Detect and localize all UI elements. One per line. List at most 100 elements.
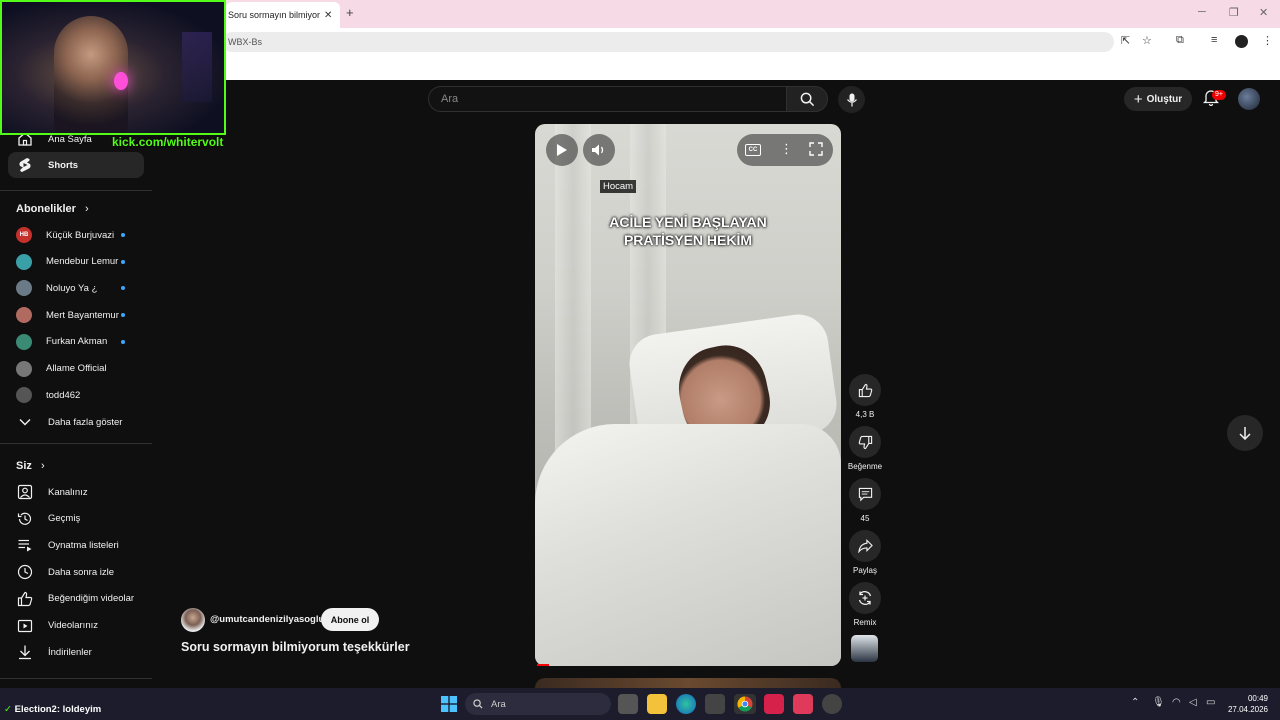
channel-avatar[interactable] (181, 608, 205, 632)
chevron-right-icon: › (84, 203, 89, 215)
sidebar-item-shorts[interactable]: Shorts (8, 152, 144, 178)
tray-mic-icon[interactable]: 🎙 (1152, 697, 1165, 708)
battery-icon[interactable]: ▭ (1206, 697, 1215, 708)
overlay-line: ACİLE YENİ BAŞLAYAN (609, 214, 767, 230)
video-progress-bar[interactable] (537, 664, 550, 666)
subscriptions-title: Abonelikler (16, 203, 76, 215)
webcam-overlay (0, 0, 226, 135)
sidebar-item-watch-later[interactable]: Daha sonra izle (8, 559, 144, 585)
sidebar-item-label: Shorts (48, 159, 79, 171)
create-button[interactable]: + Oluştur (1124, 87, 1192, 111)
subscribe-button[interactable]: Abone ol (321, 608, 379, 631)
account-avatar[interactable] (1238, 88, 1260, 110)
channel-avatar (16, 253, 32, 270)
dislike-label: Beğenme (847, 462, 883, 471)
show-more-button[interactable]: Daha fazla göster (8, 409, 144, 435)
store-icon[interactable] (705, 694, 725, 714)
file-explorer-icon[interactable] (647, 694, 667, 714)
sidebar-item-downloads[interactable]: İndirilenler (8, 639, 144, 665)
sidebar-item-liked[interactable]: Beğendiğim videolar (8, 586, 144, 612)
taskbar-search[interactable]: Ara (465, 693, 611, 715)
like-button[interactable] (849, 374, 881, 406)
remix-label: Remix (853, 618, 877, 627)
sidebar-item-label: Videolarınız (48, 620, 98, 631)
sidebar-item-channel[interactable]: Kanalınız (8, 479, 144, 505)
bookmark-star-icon[interactable]: ☆ (1142, 34, 1152, 47)
search-icon (800, 92, 814, 106)
tray-chevron-icon[interactable]: ⌃ (1131, 697, 1139, 708)
channel-icon (16, 483, 34, 501)
create-label: Oluştur (1146, 93, 1183, 105)
speaker-icon[interactable]: ◁ (1189, 697, 1197, 708)
play-icon (557, 144, 567, 156)
profile-icon[interactable] (1235, 35, 1248, 48)
overlay-line: PRATİSYEN HEKİM (623, 232, 753, 248)
browser-tab[interactable]: Soru sormayın bilmiyorum ✕ (226, 2, 340, 28)
search-button[interactable] (786, 86, 828, 112)
tab-close-button[interactable]: ✕ (324, 10, 332, 21)
app-v-icon[interactable] (793, 694, 813, 714)
sidebar-item-label: İndirilenler (48, 646, 92, 658)
browser-menu-icon[interactable]: ⋮ (1262, 34, 1273, 47)
history-icon (16, 510, 34, 528)
liked-icon (16, 590, 34, 608)
volume-button[interactable] (583, 134, 615, 166)
remix-button[interactable] (849, 582, 881, 614)
election-ticker: ✓ Election2: loldeyim (4, 704, 101, 715)
fullscreen-icon[interactable] (809, 142, 823, 156)
wifi-icon[interactable]: ◠ (1172, 697, 1181, 708)
sidebar-item-history[interactable]: Geçmiş (8, 506, 144, 532)
next-short-button[interactable] (1227, 415, 1263, 451)
comments-count: 45 (860, 514, 870, 523)
app-red-icon[interactable] (764, 694, 784, 714)
channel-avatar (16, 387, 32, 404)
sound-thumbnail[interactable] (851, 635, 878, 662)
dislike-button[interactable] (849, 426, 881, 458)
task-view-icon[interactable] (618, 694, 638, 714)
sidebar-item-playlists[interactable]: Oynatma listeleri (8, 532, 144, 558)
you-header[interactable]: Siz › (16, 460, 45, 472)
minimize-icon[interactable]: ─ (1198, 6, 1206, 18)
sidebar-subscription-item[interactable]: todd462 (8, 382, 144, 408)
system-clock[interactable]: 00:49 27.04.2026 (1226, 693, 1268, 715)
media-control-icon[interactable]: ≡ (1211, 34, 1217, 46)
remix-icon (858, 591, 872, 605)
channel-handle[interactable]: @umutcandenizilyasoglu (210, 614, 324, 625)
app-notif-icon[interactable] (822, 694, 842, 714)
more-options-icon[interactable]: ⋮ (780, 141, 793, 157)
comments-button[interactable] (849, 478, 881, 510)
voice-search-button[interactable] (838, 86, 865, 113)
cam-background-light (182, 32, 212, 102)
chevron-down-icon (16, 413, 34, 431)
address-bar[interactable]: WBX-Bs (222, 32, 1114, 52)
check-icon: ✓ (4, 704, 12, 715)
show-more-label: Daha fazla göster (48, 416, 123, 428)
sidebar-item-label: Oynatma listeleri (48, 539, 119, 551)
video-title: Soru sormayın bilmiyorum teşekkürler (181, 640, 410, 654)
search-input[interactable]: Ara (428, 86, 786, 112)
restore-icon[interactable]: ❐ (1229, 6, 1239, 19)
sidebar-item-label: Daha sonra izle (48, 566, 115, 578)
comment-icon (858, 487, 872, 501)
short-video-player[interactable] (535, 124, 841, 666)
subscriptions-header[interactable]: Abonelikler › (16, 203, 89, 215)
chrome-icon[interactable] (734, 694, 756, 714)
sidebar-item-your-videos[interactable]: Videolarınız (8, 613, 144, 639)
install-icon[interactable]: ⇱ (1121, 34, 1130, 47)
captions-button[interactable]: CC (745, 144, 761, 156)
new-content-dot (121, 259, 125, 264)
extensions-icon[interactable]: ⧉ (1176, 34, 1184, 47)
volume-icon (592, 144, 604, 156)
play-button[interactable] (546, 134, 578, 166)
close-window-icon[interactable]: ✕ (1259, 6, 1268, 19)
channel-avatar (16, 280, 32, 297)
watch-later-icon (16, 563, 34, 581)
edge-icon[interactable] (676, 694, 696, 714)
channel-avatar (16, 360, 32, 377)
share-button[interactable] (849, 530, 881, 562)
windows-start-icon[interactable] (439, 694, 459, 714)
new-tab-button[interactable]: + (346, 5, 354, 20)
sidebar-subscription-item[interactable]: Allame Official (8, 356, 144, 382)
you-title: Siz (16, 460, 32, 472)
subscription-name: Allame Official (46, 363, 107, 374)
